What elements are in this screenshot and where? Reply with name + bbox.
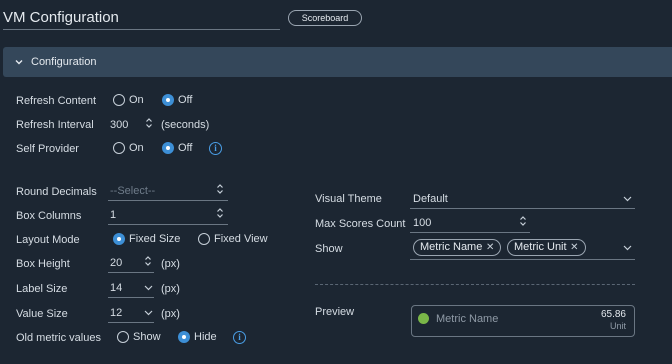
value-size-label: Value Size [16, 308, 68, 320]
preview-metric-name: Metric Name [436, 313, 499, 325]
show-label: Show [315, 243, 343, 255]
self-provider-on-radio[interactable] [113, 142, 125, 154]
visual-theme-select[interactable]: Default [410, 190, 635, 209]
refresh-content-on-label: On [129, 94, 144, 106]
visual-theme-value: Default [413, 193, 448, 205]
round-decimals-placeholder: --Select-- [110, 185, 156, 197]
old-metric-show-label: Show [133, 331, 161, 343]
label-size-label: Label Size [16, 283, 68, 295]
stepper-icon [145, 256, 151, 266]
divider [315, 284, 635, 285]
layout-mode-label: Layout Mode [16, 234, 80, 246]
self-provider-on-label: On [129, 142, 144, 154]
max-scores-count-value: 100 [413, 217, 432, 229]
refresh-interval-input[interactable]: 300 [110, 118, 128, 132]
info-icon[interactable]: i [233, 331, 246, 344]
chevron-down-icon [144, 285, 153, 291]
refresh-content-on-radio[interactable] [113, 94, 125, 106]
refresh-content-label: Refresh Content [16, 95, 97, 107]
box-height-label: Box Height [16, 258, 70, 270]
chip-metric-unit[interactable]: Metric Unit ✕ [507, 239, 586, 256]
label-size-value: 14 [110, 282, 123, 294]
chevron-down-icon [15, 60, 23, 65]
label-size-unit: (px) [161, 283, 180, 295]
old-metric-values-label: Old metric values [16, 332, 101, 344]
status-dot [418, 313, 429, 324]
value-size-value: 12 [110, 307, 123, 319]
preview-box: Metric Name 65.86 Unit [411, 305, 635, 337]
label-size-select[interactable]: 14 [108, 280, 154, 298]
layout-fixed-size-label: Fixed Size [129, 233, 181, 245]
box-columns-value: 1 [110, 209, 117, 221]
remove-icon[interactable]: ✕ [486, 240, 494, 255]
visual-theme-label: Visual Theme [315, 193, 382, 205]
max-scores-count-label: Max Scores Count [315, 218, 406, 230]
stepper-icon [520, 216, 526, 226]
remove-icon[interactable]: ✕ [570, 240, 578, 255]
round-decimals-label: Round Decimals [16, 186, 97, 198]
old-metric-hide-label: Hide [194, 331, 217, 343]
layout-fixed-size-radio[interactable] [113, 233, 125, 245]
box-height-unit: (px) [161, 258, 180, 270]
refresh-interval-label: Refresh Interval [16, 119, 94, 131]
value-size-select[interactable]: 12 [108, 305, 154, 323]
round-decimals-select[interactable]: --Select-- [108, 183, 228, 201]
title-input[interactable]: VM Configuration [3, 8, 280, 30]
preview-metric-unit: Unit [609, 321, 626, 331]
self-provider-off-radio[interactable] [162, 142, 174, 154]
preview-label: Preview [315, 306, 355, 318]
old-metric-hide-radio[interactable] [178, 331, 190, 343]
layout-fixed-view-radio[interactable] [198, 233, 210, 245]
show-multiselect[interactable]: Metric Name ✕ Metric Unit ✕ [410, 237, 635, 260]
info-icon[interactable]: i [209, 142, 222, 155]
chip-label: Metric Unit [514, 241, 567, 253]
chevron-down-icon [623, 196, 632, 202]
preview-metric-value: 65.86 [600, 309, 626, 320]
box-columns-label: Box Columns [16, 210, 82, 222]
value-size-unit: (px) [161, 308, 180, 320]
chip-metric-name[interactable]: Metric Name ✕ [413, 239, 502, 256]
max-scores-count-input[interactable]: 100 [410, 215, 530, 233]
chevron-down-icon [144, 310, 153, 316]
self-provider-off-label: Off [178, 142, 193, 154]
chevron-down-icon [623, 245, 632, 251]
old-metric-show-radio[interactable] [117, 331, 129, 343]
box-height-value: 20 [110, 257, 123, 269]
box-columns-input[interactable]: 1 [108, 207, 228, 225]
self-provider-label: Self Provider [16, 143, 79, 155]
chip-label: Metric Name [420, 241, 483, 253]
configuration-section-header[interactable]: Configuration [3, 47, 672, 77]
layout-fixed-view-label: Fixed View [214, 233, 268, 245]
stepper-icon[interactable] [145, 117, 153, 129]
refresh-content-off-label: Off [178, 94, 193, 106]
refresh-content-off-radio[interactable] [162, 94, 174, 106]
refresh-interval-unit: (seconds) [161, 119, 210, 131]
stepper-icon [217, 208, 223, 218]
scoreboard-button[interactable]: Scoreboard [288, 10, 362, 26]
section-label: Configuration [31, 56, 97, 68]
stepper-icon [217, 184, 223, 194]
box-height-input[interactable]: 20 [108, 255, 154, 273]
